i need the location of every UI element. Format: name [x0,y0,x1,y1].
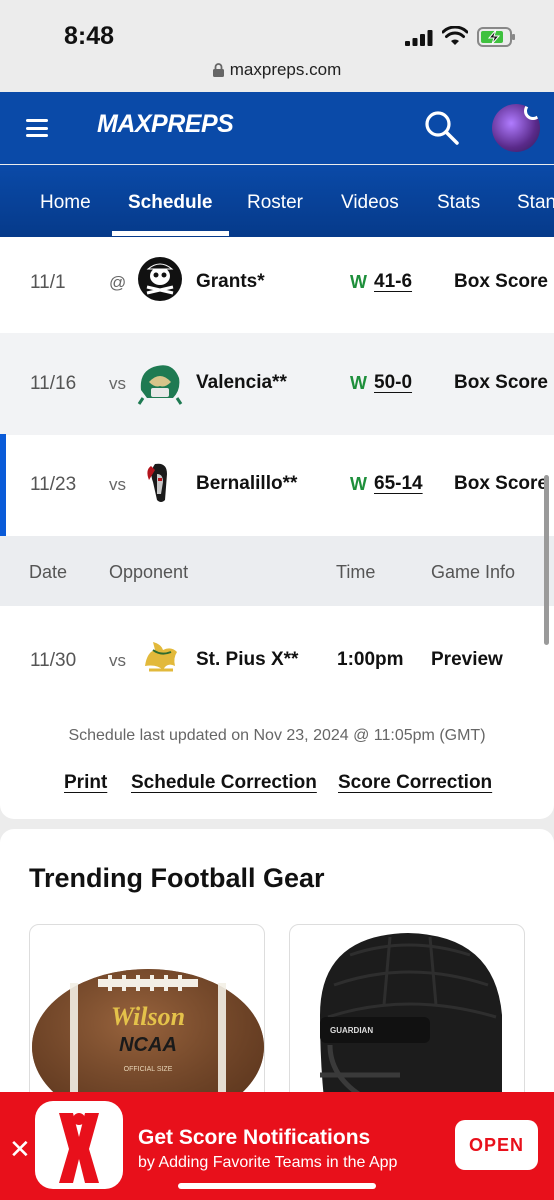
menu-icon[interactable] [26,119,48,137]
result-win: W [350,272,367,292]
game-row[interactable]: 11/16 vs Valencia** W 50-0 Box Score [0,333,554,435]
url-text: maxpreps.com [229,60,342,79]
tab-schedule[interactable]: Schedule [128,192,212,214]
ball-brand-text: Wilson [111,1002,185,1031]
user-avatar[interactable] [492,104,540,152]
box-score-link[interactable]: Box Score [454,271,548,293]
ball-size-text: OFFICIAL SIZE [124,1066,173,1073]
game-date: 11/1 [30,272,66,293]
battery-charging-icon [477,27,515,47]
search-icon[interactable] [424,110,460,146]
schedule-updated-text: Schedule last updated on Nov 23, 2024 @ … [68,727,486,744]
notification-dot [524,104,540,120]
close-icon[interactable]: ✕ [9,1134,31,1165]
helmet-brand-text: GUARDIAN [330,1026,373,1035]
url-bar[interactable]: maxpreps.com [0,60,554,80]
game-date: 11/23 [30,474,77,495]
game-row-highlighted[interactable]: 11/23 vs Bernalillo** W 65-14 Box Score [0,434,554,536]
home-away-indicator: vs [109,651,126,670]
opponent-name[interactable]: Bernalillo** [196,473,297,495]
game-date: 11/30 [30,650,77,671]
status-time: 8:48 [64,22,115,50]
col-time: Time [336,562,376,582]
tab-videos[interactable]: Videos [341,192,399,214]
active-tab-indicator [112,231,229,236]
game-date: 11/16 [30,373,77,394]
print-link[interactable]: Print [64,772,107,794]
col-opponent: Opponent [109,562,189,582]
banner-subtitle: by Adding Favorite Teams in the App [138,1154,398,1171]
app-x-logo-icon [59,1113,99,1183]
current-game-accent [0,434,6,536]
game-score-link[interactable]: 50-0 [374,372,412,394]
logo-text: MAXPREPS [97,110,234,138]
opponent-name[interactable]: St. Pius X** [196,649,298,671]
schedule-correction-link[interactable]: Schedule Correction [131,772,317,794]
game-time: 1:00pm [337,649,404,670]
schedule-card: 11/1 @ Grants* W 41-6 Box Score 11/16 vs… [0,237,554,819]
result-win: W [350,474,367,494]
scrollbar-thumb[interactable] [544,475,549,645]
maxpreps-app-icon [35,1101,123,1189]
banner-title: Get Score Notifications [138,1126,371,1149]
col-date: Date [29,562,68,582]
ball-label-text: NCAA [119,1034,177,1056]
upcoming-game-row[interactable]: 11/30 vs St. Pius X** 1:00pm Preview [0,607,554,709]
lock-icon [212,63,224,77]
home-away-indicator: @ [109,273,127,292]
opponent-name[interactable]: Valencia** [196,372,287,394]
home-indicator[interactable] [178,1183,376,1189]
col-game-info: Game Info [431,562,516,582]
game-score-link[interactable]: 65-14 [374,473,423,495]
score-correction-link[interactable]: Score Correction [338,772,492,794]
cellular-signal-icon [405,30,433,46]
tab-roster[interactable]: Roster [247,192,303,214]
result-win: W [350,373,367,393]
home-away-indicator: vs [109,475,126,494]
wifi-icon [442,26,468,45]
status-bar: 8:48 maxpreps.com [0,0,554,92]
team-nav-tabs: Home Schedule Roster Videos Stats Stan [0,165,554,237]
opponent-name[interactable]: Grants* [196,271,265,293]
game-row[interactable]: 11/1 @ Grants* W 41-6 Box Score [0,237,554,339]
tab-standings[interactable]: Stan [517,192,554,214]
grants-logo[interactable] [137,256,183,302]
open-app-button[interactable]: OPEN [455,1120,538,1170]
valencia-logo[interactable] [137,360,183,406]
upcoming-table-header: Date Opponent Time Game Info [0,536,554,606]
st-pius-x-logo[interactable] [141,636,181,676]
trending-title: Trending Football Gear [29,863,325,893]
maxpreps-logo[interactable]: MAXPREPS [97,110,234,139]
box-score-link[interactable]: Box Score [454,372,548,394]
tab-home[interactable]: Home [40,192,91,214]
site-header: MAXPREPS [0,92,554,164]
bernalillo-logo[interactable] [137,460,183,506]
game-score-link[interactable]: 41-6 [374,271,412,293]
preview-link[interactable]: Preview [431,649,503,671]
home-away-indicator: vs [109,374,126,393]
tab-stats[interactable]: Stats [437,192,480,214]
box-score-link[interactable]: Box Score [454,473,548,495]
